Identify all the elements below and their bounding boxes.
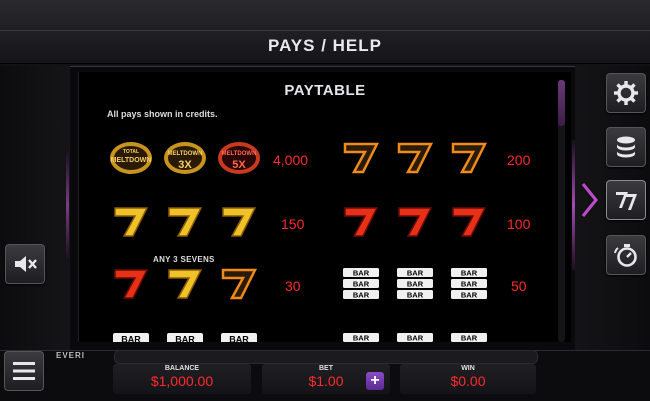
bar-text: BAR xyxy=(407,280,424,289)
chevron-right-icon xyxy=(581,183,598,217)
meltdown-5x-symbol: MELTDOWN 5X xyxy=(217,141,261,175)
bar-text: BAR xyxy=(121,335,141,343)
bet-label: BET xyxy=(319,365,333,372)
brand-logo: EVERI xyxy=(56,351,86,360)
bar-text: BAR xyxy=(353,334,370,343)
orange-seven-symbol xyxy=(339,141,383,175)
any-sevens-label: ANY 3 SEVENS xyxy=(153,255,215,264)
pay-row-red-sevens xyxy=(339,202,501,242)
menu-button[interactable] xyxy=(4,351,44,391)
left-accent-glow xyxy=(66,150,69,260)
triple-bar-symbol: BAR BAR BAR xyxy=(447,267,491,301)
multiplier-3x-text: 3X xyxy=(178,159,192,171)
meltdown-3x-symbol: MELTDOWN 3X xyxy=(163,141,207,175)
coin-stack-icon xyxy=(617,136,635,158)
pay-row-meltdown: TOTAL MELTDOWN MELTDOWN 3X MELTDOWN 5X xyxy=(109,138,271,178)
bar-text: BAR xyxy=(175,335,195,343)
pay-value: 150 xyxy=(281,216,305,232)
seven-icon xyxy=(616,192,637,210)
header-bar xyxy=(0,0,650,67)
triple-bar-symbol: BAR BAR BAR xyxy=(339,267,383,301)
stopwatch-icon xyxy=(614,244,637,267)
paytable-panel: PAYTABLE All pays shown in credits. ANY … xyxy=(78,72,571,342)
hamburger-icon xyxy=(13,362,35,380)
paytable-button[interactable] xyxy=(606,180,646,220)
bar-text: BAR xyxy=(461,334,478,343)
left-rail xyxy=(0,66,70,350)
win-meter: WIN $0.00 xyxy=(400,364,536,394)
pay-value: 50 xyxy=(511,278,527,294)
red-seven-symbol xyxy=(447,205,491,239)
red-seven-symbol xyxy=(109,267,153,301)
pay-row-gold-sevens xyxy=(109,202,271,242)
bar-text: BAR xyxy=(353,269,370,278)
bar-text: BAR xyxy=(353,280,370,289)
settings-button[interactable] xyxy=(606,73,646,113)
pay-value: 100 xyxy=(507,216,531,232)
bar-text: BAR xyxy=(353,291,370,300)
bar-text: BAR xyxy=(407,334,424,343)
gold-seven-symbol xyxy=(109,205,153,239)
bar-symbol: BAR xyxy=(217,327,261,342)
bar-text: BAR xyxy=(407,269,424,278)
pay-row-triple-bars: BAR BAR BAR BAR BAR BAR BAR BAR BAR xyxy=(339,264,501,304)
pay-row-orange-sevens xyxy=(339,138,501,178)
page-title: PAYS / HELP xyxy=(268,36,382,55)
pay-row-any-sevens xyxy=(109,264,271,304)
win-value: $0.00 xyxy=(450,373,486,389)
bar-text: BAR xyxy=(407,291,424,300)
multiplier-5x-text: 5X xyxy=(232,159,246,171)
win-label: WIN xyxy=(461,365,475,372)
double-bar-symbol: BAR xyxy=(447,327,491,342)
meltdown-main-text: MELTDOWN xyxy=(111,157,152,164)
orange-seven-symbol xyxy=(217,267,261,301)
bar-symbol: BAR xyxy=(163,327,207,342)
meltdown-symbol: TOTAL MELTDOWN xyxy=(109,141,153,175)
triple-bar-symbol: BAR BAR BAR xyxy=(393,267,437,301)
paytable-note: All pays shown in credits. xyxy=(107,109,218,119)
bar-symbol: BAR xyxy=(109,327,153,342)
double-bar-symbol: BAR xyxy=(339,327,383,342)
orange-seven-symbol xyxy=(393,141,437,175)
pay-row-bars: BAR BAR BAR xyxy=(109,324,271,342)
balance-label: BALANCE xyxy=(164,365,200,372)
bar-text: BAR xyxy=(461,291,478,300)
balance-meter: BALANCE $1,000.00 xyxy=(113,364,251,394)
autoplay-button[interactable] xyxy=(606,235,646,275)
pay-value: 200 xyxy=(507,152,531,168)
speaker-mute-icon xyxy=(15,256,37,272)
paytable-title: PAYTABLE xyxy=(284,82,366,99)
pay-value: 4,000 xyxy=(273,152,309,168)
orange-seven-symbol xyxy=(447,141,491,175)
denomination-button[interactable] xyxy=(606,127,646,167)
balance-value: $1,000.00 xyxy=(150,373,214,389)
gold-seven-symbol xyxy=(163,205,207,239)
gold-seven-symbol xyxy=(163,267,207,301)
meltdown-top-text: TOTAL xyxy=(123,149,139,155)
message-bar xyxy=(114,350,538,364)
double-bar-symbol: BAR xyxy=(393,327,437,342)
bar-text: BAR xyxy=(461,280,478,289)
gold-seven-symbol xyxy=(217,205,261,239)
meltdown-main-text: MELTDOWN xyxy=(168,151,203,157)
scrollbar-thumb[interactable] xyxy=(558,80,565,126)
right-accent-glow xyxy=(572,140,575,270)
pay-value: 30 xyxy=(285,278,301,294)
bar-text: BAR xyxy=(229,335,249,343)
gear-icon xyxy=(614,81,638,105)
meltdown-main-text: MELTDOWN xyxy=(222,151,257,157)
pay-row-double-bars: BAR BAR BAR xyxy=(339,324,501,342)
mute-button[interactable] xyxy=(5,244,45,284)
red-seven-symbol xyxy=(393,205,437,239)
bet-increase-button[interactable]: + xyxy=(366,372,384,390)
red-seven-symbol xyxy=(339,205,383,239)
bar-text: BAR xyxy=(461,269,478,278)
